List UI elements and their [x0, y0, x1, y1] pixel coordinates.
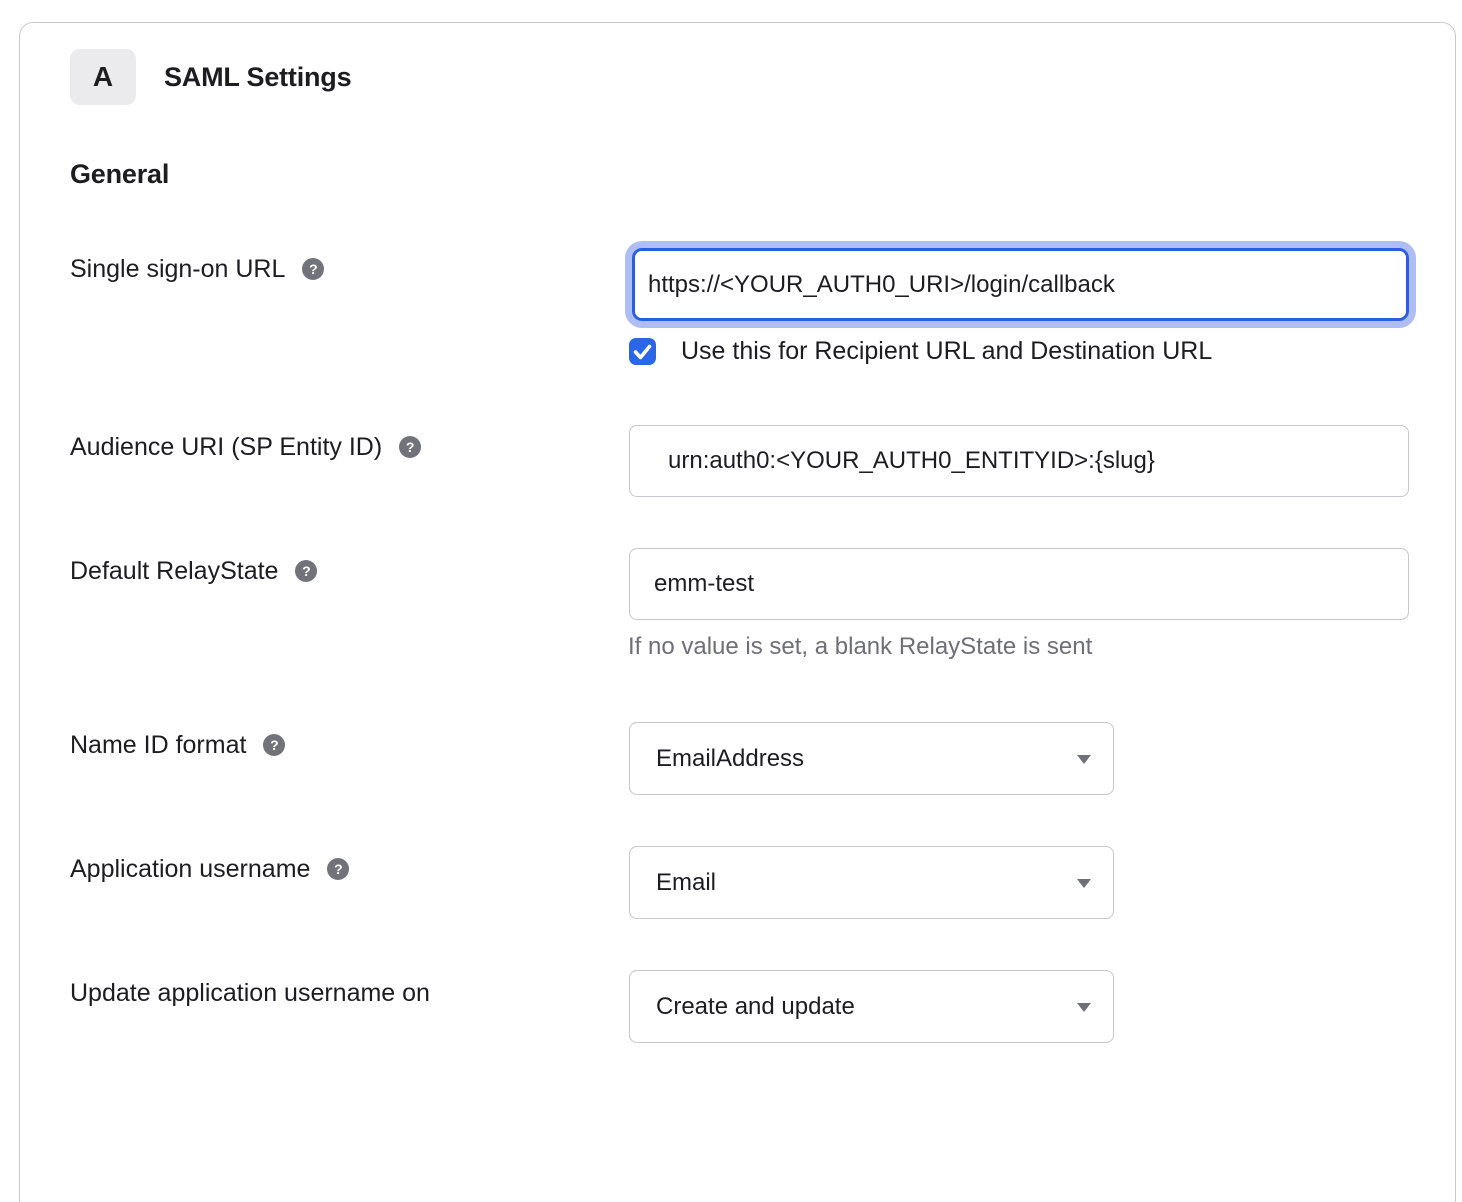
- help-icon[interactable]: ?: [399, 436, 421, 458]
- field-row-single-sign-on-url: Single sign-on URL ? Use this for Recipi…: [70, 248, 1409, 366]
- default-relaystate-label: Default RelayState: [70, 556, 278, 586]
- update-application-username-label-group: Update application username on: [70, 970, 628, 1008]
- field-row-name-id-format: Name ID format ? EmailAddress: [70, 722, 1409, 795]
- single-sign-on-url-label-group: Single sign-on URL ?: [70, 248, 628, 284]
- field-row-application-username: Application username ? Email: [70, 846, 1409, 919]
- single-sign-on-url-value-col: Use this for Recipient URL and Destinati…: [628, 248, 1409, 366]
- section-heading-general: General: [70, 159, 1409, 189]
- name-id-format-selected-value: EmailAddress: [656, 745, 804, 773]
- chevron-down-icon: [1077, 879, 1091, 888]
- application-username-selected-value: Email: [656, 869, 716, 897]
- field-row-audience-uri: Audience URI (SP Entity ID) ?: [70, 425, 1409, 497]
- update-application-username-select[interactable]: Create and update: [629, 970, 1114, 1043]
- update-application-username-label: Update application username on: [70, 978, 430, 1008]
- help-icon[interactable]: ?: [263, 734, 285, 756]
- default-relaystate-input[interactable]: [629, 548, 1409, 620]
- help-icon[interactable]: ?: [327, 858, 349, 880]
- single-sign-on-url-label: Single sign-on URL: [70, 254, 285, 284]
- default-relaystate-helper-text: If no value is set, a blank RelayState i…: [628, 633, 1409, 661]
- application-username-label: Application username: [70, 854, 310, 884]
- audience-uri-input[interactable]: [629, 425, 1409, 497]
- name-id-format-label-group: Name ID format ?: [70, 722, 628, 760]
- application-username-value-col: Email: [628, 846, 1409, 919]
- audience-uri-label-group: Audience URI (SP Entity ID) ?: [70, 425, 628, 462]
- single-sign-on-url-input-wrap: [632, 248, 1409, 321]
- name-id-format-value-col: EmailAddress: [628, 722, 1409, 795]
- help-icon[interactable]: ?: [302, 258, 324, 280]
- saml-settings-panel: A SAML Settings General Single sign-on U…: [19, 22, 1456, 1202]
- field-row-update-application-username: Update application username on Create an…: [70, 970, 1409, 1043]
- step-badge: A: [70, 49, 136, 105]
- audience-uri-value-col: [628, 425, 1409, 497]
- panel-title: SAML Settings: [164, 62, 351, 93]
- update-application-username-selected-value: Create and update: [656, 993, 855, 1021]
- recipient-url-checkbox-row: Use this for Recipient URL and Destinati…: [628, 337, 1409, 366]
- default-relaystate-label-group: Default RelayState ?: [70, 548, 628, 586]
- field-row-default-relaystate: Default RelayState ? If no value is set,…: [70, 548, 1409, 661]
- chevron-down-icon: [1077, 1003, 1091, 1012]
- single-sign-on-url-input[interactable]: [635, 251, 1406, 318]
- update-application-username-value-col: Create and update: [628, 970, 1409, 1043]
- application-username-select[interactable]: Email: [629, 846, 1114, 919]
- default-relaystate-value-col: If no value is set, a blank RelayState i…: [628, 548, 1409, 661]
- audience-uri-label: Audience URI (SP Entity ID): [70, 432, 382, 462]
- name-id-format-select[interactable]: EmailAddress: [629, 722, 1114, 795]
- recipient-url-checkbox[interactable]: [629, 338, 656, 365]
- application-username-label-group: Application username ?: [70, 846, 628, 884]
- name-id-format-label: Name ID format: [70, 730, 246, 760]
- help-icon[interactable]: ?: [295, 560, 317, 582]
- checkmark-icon: [629, 338, 656, 365]
- panel-header: A SAML Settings: [70, 49, 1409, 105]
- chevron-down-icon: [1077, 755, 1091, 764]
- recipient-url-checkbox-label: Use this for Recipient URL and Destinati…: [681, 337, 1212, 366]
